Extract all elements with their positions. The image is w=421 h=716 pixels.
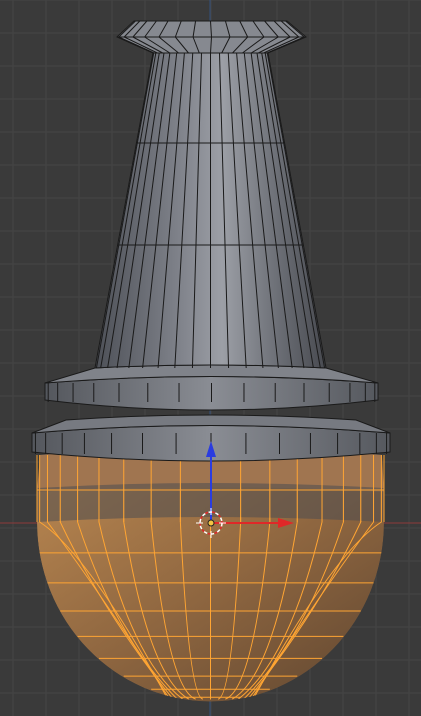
- viewport-canvas[interactable]: [0, 0, 421, 716]
- mesh-object[interactable]: [31, 20, 391, 702]
- tapered-shaft[interactable]: [94, 52, 327, 369]
- top-cap[interactable]: [116, 20, 307, 54]
- upper-ring[interactable]: [44, 364, 379, 411]
- 3d-viewport[interactable]: [0, 0, 421, 716]
- object-origin: [207, 519, 215, 527]
